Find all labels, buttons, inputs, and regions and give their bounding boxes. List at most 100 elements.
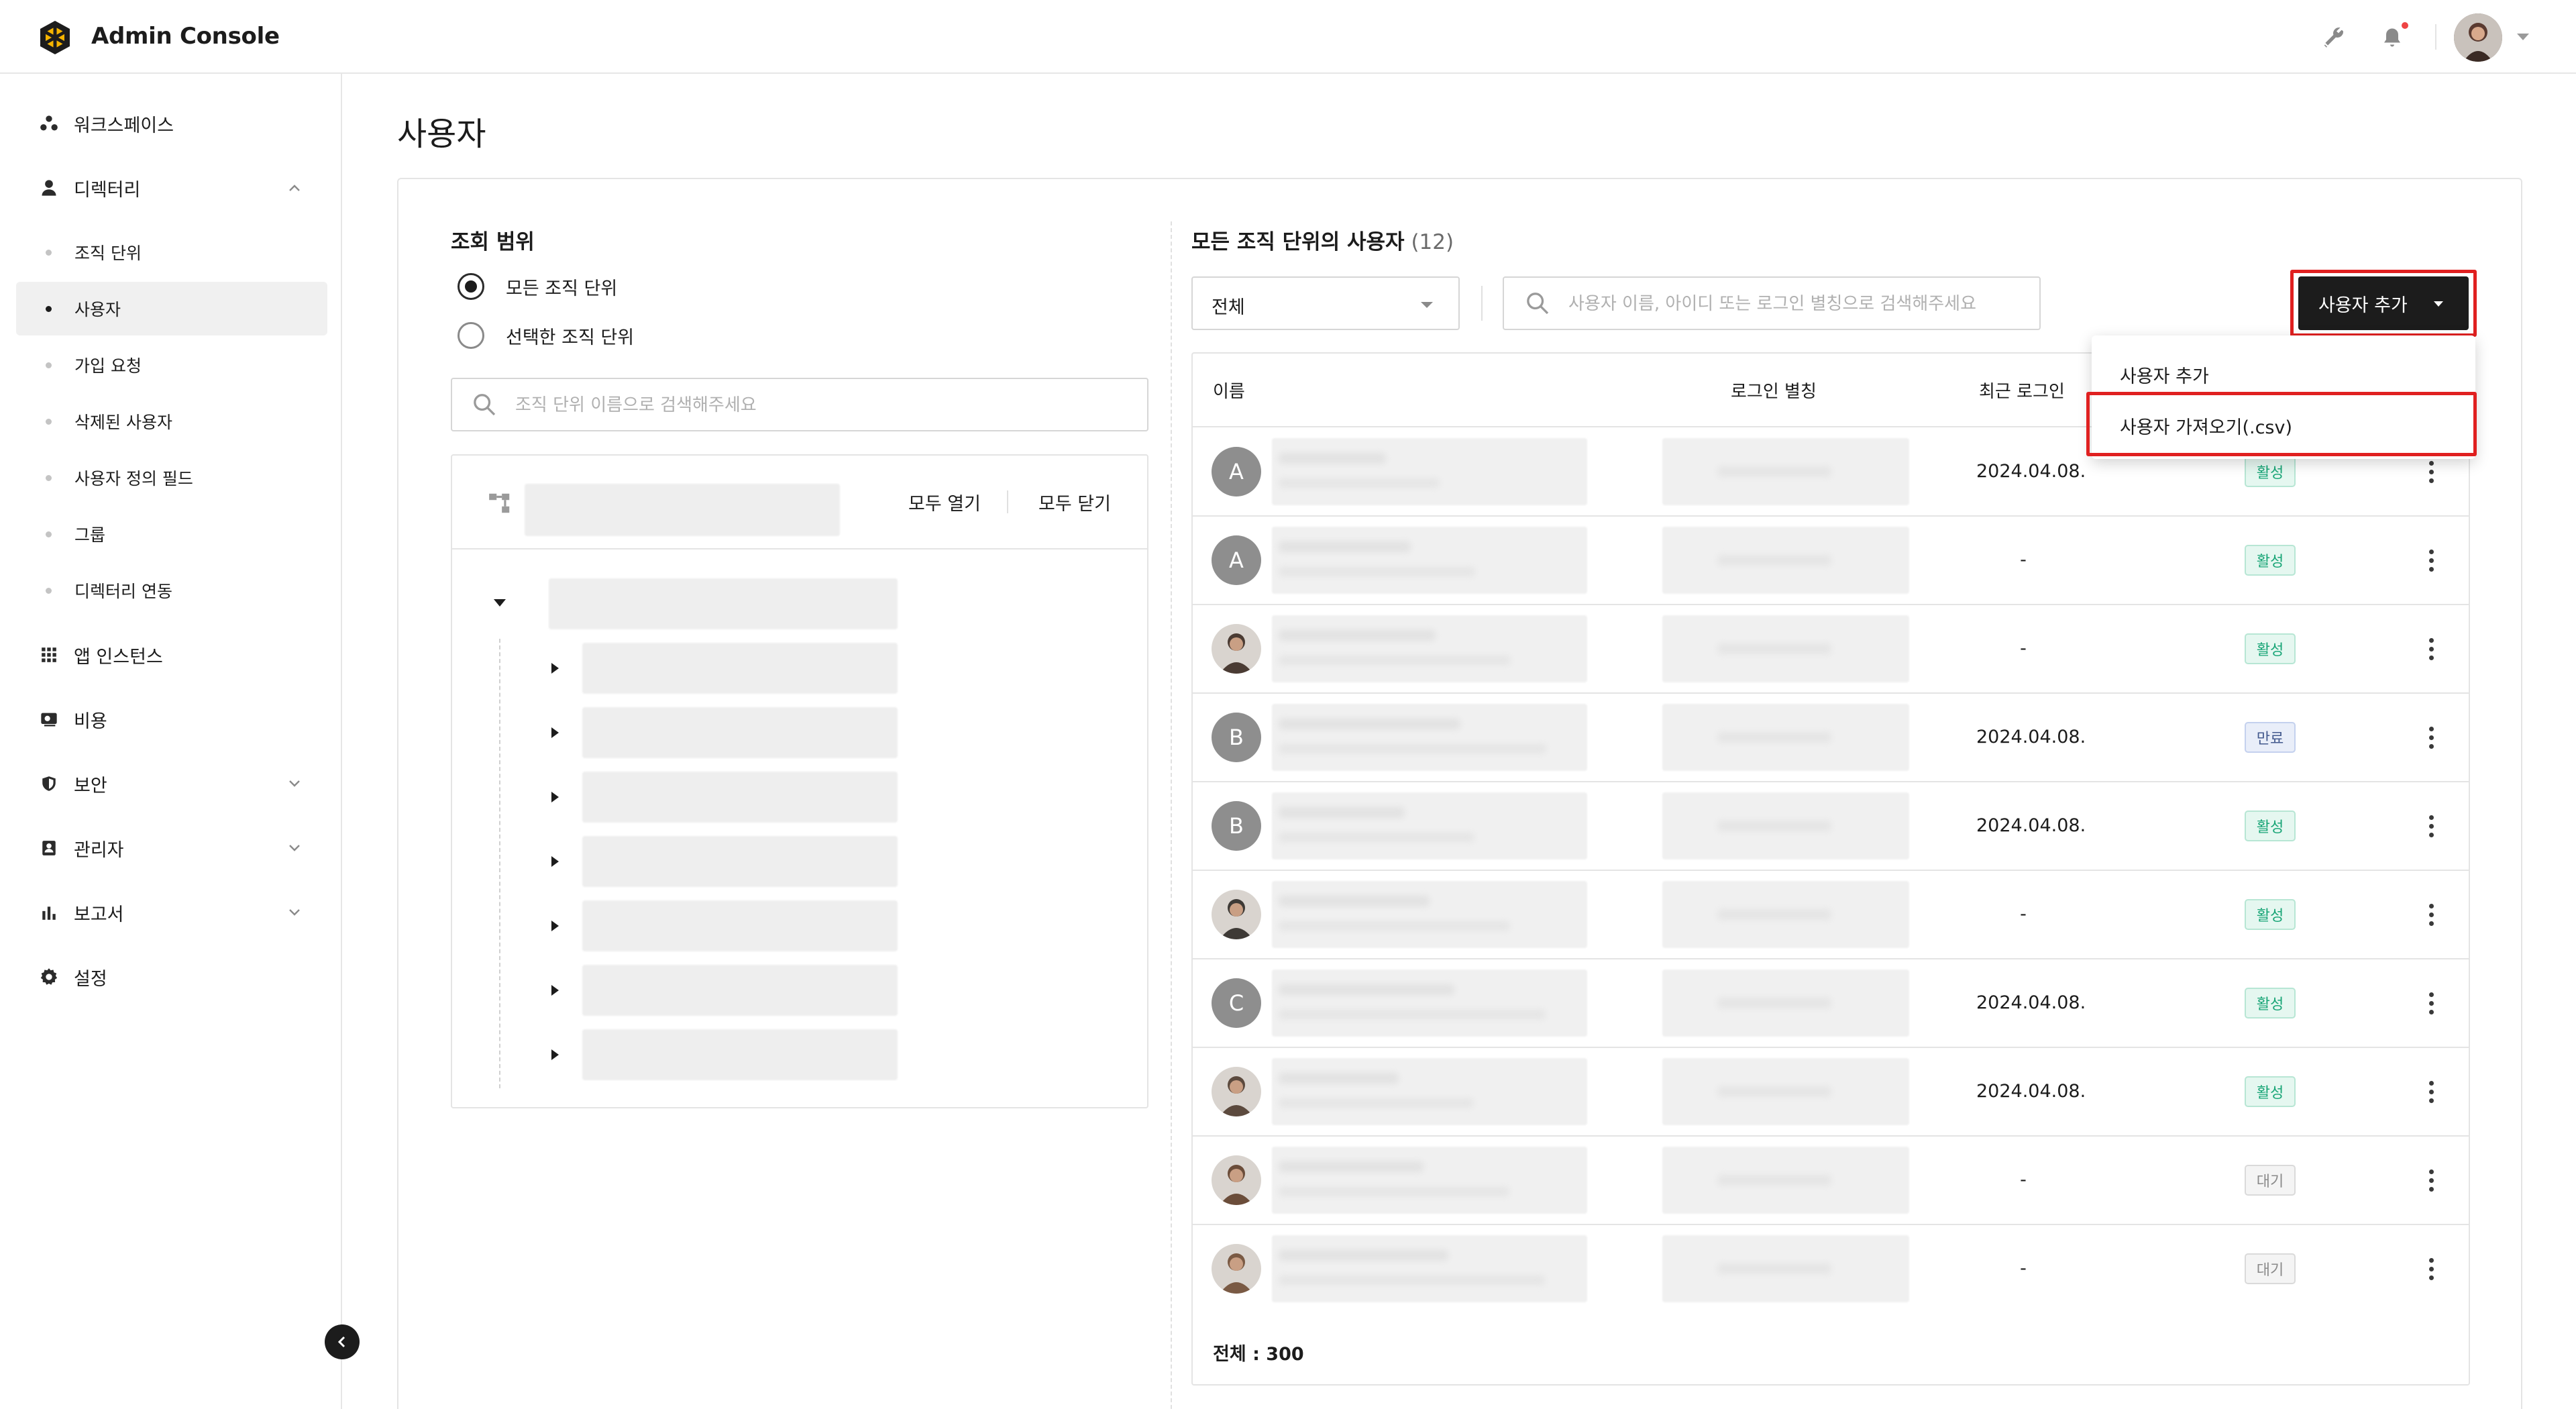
user-avatar — [1212, 890, 1261, 939]
scope-option-all[interactable]: 모든 조직 단위 — [458, 272, 617, 301]
scope-option-selected[interactable]: 선택한 조직 단위 — [458, 321, 634, 350]
more-options-icon[interactable] — [2419, 722, 2443, 753]
user-search-input[interactable] — [1568, 290, 2025, 318]
login-alias-redacted-line — [1717, 555, 1831, 566]
sidebar-subitem-groups[interactable]: 그룹 — [16, 507, 327, 561]
chevron-down-icon[interactable] — [2517, 34, 2529, 40]
column-header-name[interactable]: 이름 — [1213, 378, 1245, 403]
user-name-redacted-line — [1279, 719, 1460, 729]
sidebar-item-reports[interactable]: 보고서 — [0, 886, 342, 939]
sidebar-item-security[interactable]: 보안 — [0, 757, 342, 811]
expand-all-button[interactable]: 모두 열기 — [908, 489, 981, 515]
collapse-all-button[interactable]: 모두 닫기 — [1038, 489, 1111, 515]
caret-right-icon[interactable] — [551, 792, 559, 802]
user-avatar: A — [1212, 447, 1261, 497]
user-name-redacted-line — [1279, 630, 1436, 641]
chevron-up-icon — [284, 178, 305, 198]
user-filter-select[interactable]: 전체 — [1191, 276, 1460, 330]
sidebar-item-app-instances[interactable]: 앱 인스턴스 — [0, 628, 342, 682]
caret-right-icon[interactable] — [551, 921, 559, 931]
caret-down-icon[interactable] — [494, 599, 506, 607]
app-logo[interactable] — [36, 19, 74, 56]
more-options-icon[interactable] — [2419, 633, 2443, 664]
wrench-icon[interactable] — [2318, 23, 2348, 52]
more-options-icon[interactable] — [2419, 811, 2443, 841]
caret-right-icon[interactable] — [551, 727, 559, 738]
sidebar-subitem-label: 그룹 — [74, 525, 106, 545]
user-name-redacted — [1272, 615, 1587, 682]
org-unit-search-input[interactable] — [515, 391, 1119, 419]
sidebar-subitem-org-units[interactable]: 조직 단위 — [16, 225, 327, 279]
user-avatar: C — [1212, 978, 1261, 1028]
user-search[interactable] — [1503, 276, 2041, 330]
dropdown-item-label: 사용자 추가 — [2120, 366, 2209, 387]
sidebar-item-label: 보고서 — [74, 904, 124, 925]
more-options-icon[interactable] — [2419, 545, 2443, 576]
sidebar-subitem-custom-fields[interactable]: 사용자 정의 필드 — [16, 451, 327, 505]
sidebar-item-label: 보안 — [74, 775, 107, 796]
tree-action-divider — [1007, 490, 1008, 513]
sidebar-item-workspace[interactable]: 워크스페이스 — [0, 97, 342, 150]
sidebar-item-billing[interactable]: 비용 — [0, 692, 342, 746]
column-header-last-login[interactable]: 최근 로그인 — [1979, 378, 2065, 403]
sidebar-item-admins[interactable]: 관리자 — [0, 821, 342, 875]
status-badge: 대기 — [2245, 1253, 2296, 1284]
sidebar-collapse-button[interactable] — [325, 1324, 360, 1359]
org-unit-search[interactable] — [451, 378, 1148, 431]
sidebar-item-directory[interactable]: 디렉터리 — [0, 161, 342, 215]
login-alias-redacted-line — [1717, 909, 1831, 920]
status-badge: 활성 — [2245, 545, 2296, 576]
caret-right-icon[interactable] — [551, 985, 559, 996]
tree-node[interactable] — [582, 900, 898, 951]
radio-unchecked-icon[interactable] — [458, 322, 484, 349]
panel-divider — [1171, 221, 1172, 1409]
bullet-icon — [46, 418, 52, 425]
bullet-icon — [46, 362, 52, 368]
sidebar-subitem-label: 사용자 — [74, 300, 121, 319]
tree-node[interactable] — [582, 965, 898, 1016]
status-badge: 활성 — [2245, 456, 2296, 487]
sidebar-subitem-users[interactable]: 사용자 — [16, 282, 327, 335]
tree-node[interactable] — [582, 643, 898, 694]
tree-node[interactable] — [582, 772, 898, 823]
user-name-redacted-line — [1279, 541, 1411, 552]
caret-right-icon[interactable] — [551, 1049, 559, 1060]
sidebar-item-label: 비용 — [74, 711, 107, 732]
more-options-icon[interactable] — [2419, 456, 2443, 487]
admin-badge-icon — [38, 837, 60, 859]
sidebar-subitem-join-requests[interactable]: 가입 요청 — [16, 338, 327, 392]
sidebar-item-settings[interactable]: 설정 — [0, 950, 342, 1004]
last-login-cell: - — [2020, 904, 2027, 925]
sidebar-subitem-label: 디렉터리 연동 — [74, 582, 172, 601]
more-options-icon[interactable] — [2419, 899, 2443, 930]
more-options-icon[interactable] — [2419, 1165, 2443, 1196]
total-count: 전체 : 300 — [1213, 1344, 1304, 1365]
more-options-icon[interactable] — [2419, 1253, 2443, 1284]
chevron-down-icon — [284, 902, 305, 923]
login-alias-redacted-line — [1717, 1175, 1831, 1186]
sidebar-subitem-deleted-users[interactable]: 삭제된 사용자 — [16, 395, 327, 448]
user-name-redacted — [1272, 704, 1587, 771]
column-header-login-alias[interactable]: 로그인 별칭 — [1731, 378, 1817, 403]
caret-right-icon[interactable] — [551, 663, 559, 674]
tree-node[interactable] — [582, 1029, 898, 1080]
login-alias-redacted-line — [1717, 732, 1831, 743]
last-login-cell: - — [2020, 1169, 2027, 1190]
caret-right-icon[interactable] — [551, 856, 559, 867]
user-avatar — [1212, 1244, 1261, 1294]
chevron-down-icon — [284, 838, 305, 858]
tree-node-root[interactable] — [549, 578, 898, 629]
scope-title: 조회 범위 — [451, 230, 535, 254]
login-alias-redacted-line — [1717, 1086, 1831, 1097]
sidebar-subitem-directory-sync[interactable]: 디렉터리 연동 — [16, 564, 327, 617]
org-tree-header: 모두 열기 모두 닫기 — [452, 456, 1147, 550]
avatar[interactable] — [2454, 13, 2502, 62]
scope-option-label: 선택한 조직 단위 — [506, 327, 635, 348]
tree-node[interactable] — [582, 836, 898, 887]
user-id-redacted-line — [1279, 656, 1511, 665]
more-options-icon[interactable] — [2419, 988, 2443, 1019]
last-login-cell: 2024.04.08. — [1976, 992, 2086, 1013]
tree-node[interactable] — [582, 707, 898, 758]
radio-checked-icon[interactable] — [458, 273, 484, 300]
more-options-icon[interactable] — [2419, 1076, 2443, 1107]
